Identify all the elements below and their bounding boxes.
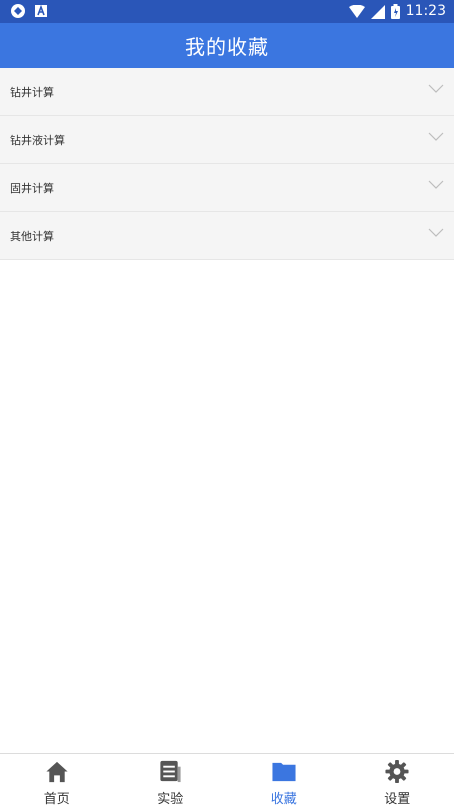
page-title: 我的收藏 — [185, 31, 269, 60]
nav-label: 设置 — [384, 788, 410, 807]
sync-notification-icon — [10, 3, 26, 19]
chevron-down-icon — [428, 84, 444, 94]
category-row-cementing[interactable]: 固井计算 — [0, 164, 454, 212]
category-label: 钻井计算 — [10, 84, 54, 100]
bottom-nav: 首页 实验 收藏 设置 — [0, 753, 454, 807]
category-label: 钻井液计算 — [10, 132, 65, 148]
home-icon — [44, 759, 70, 784]
cellular-signal-icon — [371, 5, 385, 19]
app-bar: 我的收藏 — [0, 23, 454, 68]
folder-icon — [271, 759, 297, 784]
category-row-drilling[interactable]: 钻井计算 — [0, 68, 454, 116]
nav-settings[interactable]: 设置 — [341, 754, 454, 807]
app-notification-icon — [34, 4, 48, 18]
category-row-drilling-fluid[interactable]: 钻井液计算 — [0, 116, 454, 164]
status-left-icons — [10, 3, 48, 19]
nav-label: 收藏 — [271, 788, 297, 807]
status-time: 11:23 — [406, 2, 446, 21]
category-label: 固井计算 — [10, 180, 54, 196]
document-icon — [157, 759, 183, 784]
nav-label: 首页 — [44, 788, 70, 807]
nav-experiment[interactable]: 实验 — [114, 754, 228, 807]
nav-favorites[interactable]: 收藏 — [227, 754, 341, 807]
wifi-icon — [349, 5, 365, 19]
chevron-down-icon — [428, 180, 444, 190]
favorites-category-list: 钻井计算 钻井液计算 固井计算 其他计算 — [0, 68, 454, 260]
chevron-down-icon — [428, 132, 444, 142]
nav-home[interactable]: 首页 — [0, 754, 114, 807]
nav-label: 实验 — [157, 788, 183, 807]
battery-icon — [391, 4, 400, 19]
category-label: 其他计算 — [10, 228, 54, 244]
category-row-other[interactable]: 其他计算 — [0, 212, 454, 260]
status-bar: 11:23 — [0, 0, 454, 23]
gear-icon — [384, 759, 410, 784]
status-right-icons: 11:23 — [349, 2, 446, 21]
chevron-down-icon — [428, 228, 444, 238]
